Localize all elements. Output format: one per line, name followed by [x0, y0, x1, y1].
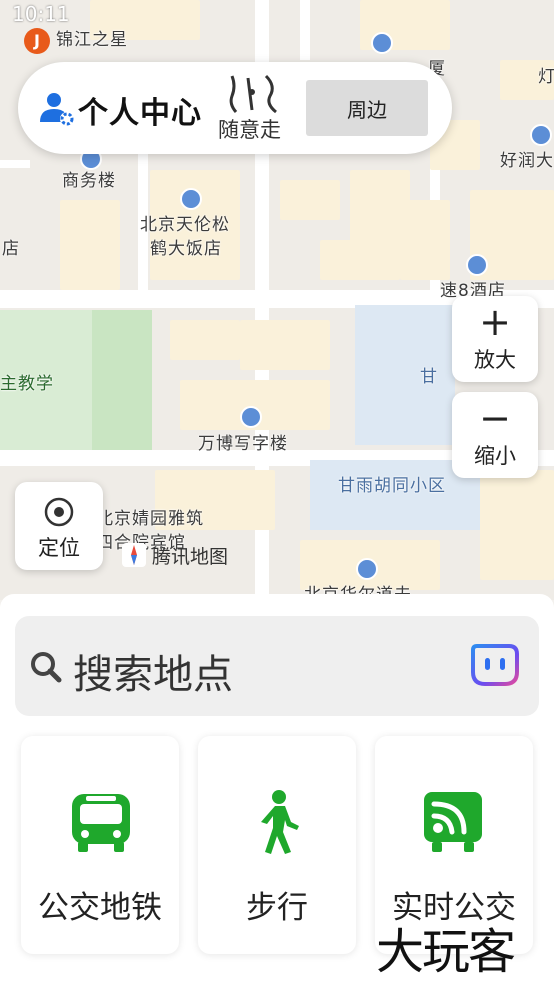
- search-icon: [31, 652, 62, 683]
- poi-label: 甘: [420, 367, 438, 387]
- building-poi-icon[interactable]: [530, 124, 552, 146]
- poi-label: 店: [2, 239, 20, 259]
- personal-center-link[interactable]: 个人中心: [78, 88, 202, 132]
- search-input[interactable]: 搜索地点: [73, 642, 233, 700]
- zoom-out-button[interactable]: − 缩小: [452, 392, 538, 478]
- compass-icon: [122, 543, 146, 567]
- map-building: [170, 320, 240, 360]
- status-time: 10:11: [12, 2, 70, 26]
- plus-icon: +: [479, 300, 511, 344]
- poi-label[interactable]: 商务楼: [62, 170, 116, 192]
- user-settings-icon[interactable]: [38, 90, 76, 128]
- search-bar[interactable]: 搜索地点: [15, 616, 539, 716]
- poi-label[interactable]: 主教学: [0, 373, 54, 395]
- hotel-logo-icon: J: [24, 28, 50, 54]
- realtime-bus-icon: [424, 792, 482, 852]
- card-bus-subway[interactable]: 公交地铁: [21, 736, 179, 954]
- poi-label[interactable]: 万博写字楼: [198, 433, 288, 455]
- map-road: [0, 160, 30, 168]
- card-walking-label: 步行: [246, 890, 308, 926]
- locate-label: 定位: [38, 536, 80, 560]
- map-building: [480, 470, 554, 580]
- hotel-poi-icon[interactable]: [356, 558, 378, 580]
- card-walking[interactable]: 步行: [198, 736, 356, 954]
- poi-label[interactable]: 鹤大饭店: [150, 238, 222, 260]
- map-building: [280, 180, 340, 220]
- poi-label[interactable]: 好润大: [500, 150, 554, 172]
- card-bus-subway-label: 公交地铁: [38, 890, 162, 926]
- map-building: [60, 200, 120, 290]
- hotel-poi-icon[interactable]: [180, 188, 202, 210]
- map-park: [92, 310, 152, 450]
- walking-person-icon: [261, 790, 299, 854]
- map-building: [400, 200, 450, 280]
- top-card: 个人中心 随意走 周边: [18, 62, 452, 154]
- target-icon: [44, 497, 74, 527]
- map-residential: [355, 305, 455, 445]
- status-bar: 10:11: [0, 0, 554, 30]
- hotel-poi-icon[interactable]: [466, 254, 488, 276]
- zoom-in-label: 放大: [474, 348, 516, 372]
- poi-label[interactable]: 锦江之星: [56, 29, 128, 51]
- locate-button[interactable]: 定位: [15, 482, 103, 570]
- building-poi-icon[interactable]: [240, 406, 262, 428]
- map-provider-name: 腾讯地图: [152, 545, 229, 568]
- zoom-out-label: 缩小: [474, 444, 516, 468]
- map-building: [320, 240, 400, 280]
- poi-label[interactable]: 北京天伦松: [140, 214, 230, 236]
- ai-assistant-icon[interactable]: [469, 642, 521, 690]
- map-building: [240, 320, 330, 370]
- zoom-in-button[interactable]: + 放大: [452, 296, 538, 382]
- bus-icon: [72, 794, 130, 852]
- map-provider-logo: 腾讯地图: [122, 542, 228, 568]
- poi-label: 灯: [538, 67, 554, 87]
- nearby-button[interactable]: 周边: [306, 80, 428, 136]
- minus-icon: −: [479, 396, 511, 440]
- random-walk-label[interactable]: 随意走: [218, 114, 281, 144]
- random-walk-icon[interactable]: [226, 72, 284, 116]
- watermark: 大玩客: [376, 924, 516, 980]
- poi-label[interactable]: 北京婧园雅筑: [96, 508, 204, 530]
- building-poi-icon[interactable]: [371, 32, 393, 54]
- poi-label[interactable]: 甘雨胡同小区: [338, 475, 446, 497]
